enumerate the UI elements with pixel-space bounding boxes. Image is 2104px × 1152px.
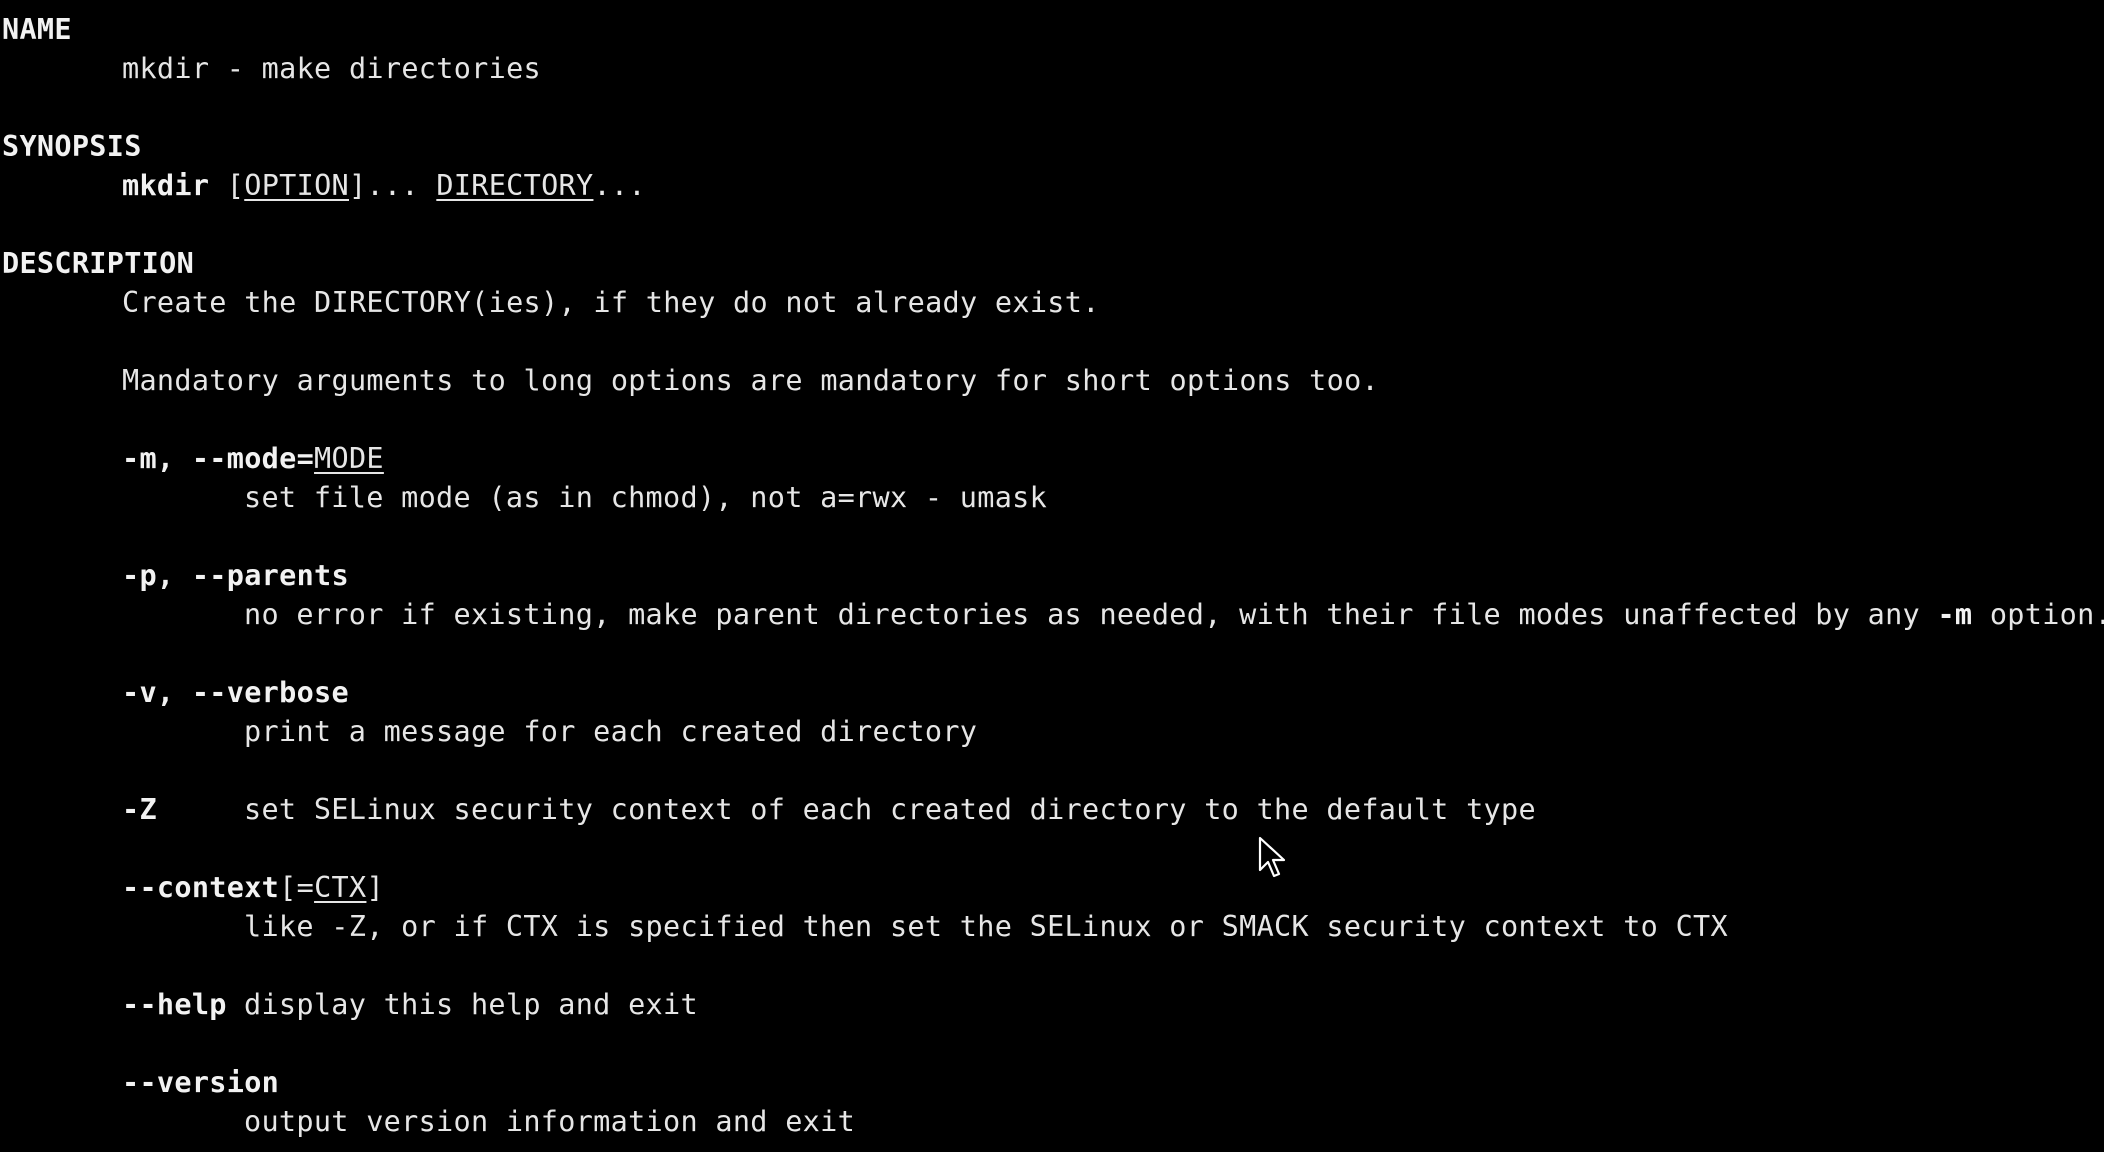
- option-parents-desc-flag: -m: [1937, 598, 1973, 631]
- option-z-desc: set SELinux security context of each cre…: [244, 793, 1536, 826]
- option-help-flag: --help: [122, 988, 227, 1021]
- synopsis-rbracket: ]...: [349, 169, 419, 202]
- option-mode-flag: -m, --mode=: [122, 442, 315, 475]
- option-version-desc: output version information and exit: [244, 1105, 856, 1138]
- option-parents-desc: no error if existing, make parent direct…: [244, 595, 2104, 634]
- option-parents-desc-end: option.: [1972, 598, 2104, 631]
- section-header-name: NAME: [2, 13, 72, 46]
- synopsis-command: mkdir: [122, 169, 210, 202]
- synopsis-lbracket: [: [226, 169, 245, 202]
- option-mode-desc: set file mode (as in chmod), not a=rwx -…: [244, 481, 1048, 514]
- section-header-description: DESCRIPTION: [2, 247, 195, 280]
- option-context-desc: like -Z, or if CTX is specified then set…: [244, 910, 1728, 943]
- option-context-flag: --context: [122, 871, 280, 904]
- synopsis-directory: DIRECTORY: [436, 169, 594, 202]
- option-mode-arg: MODE: [314, 442, 384, 475]
- option-context: --context[=CTX]: [122, 868, 384, 907]
- synopsis-option: OPTION: [244, 169, 349, 202]
- option-context-arg: CTX: [314, 871, 367, 904]
- description-line-2: Mandatory arguments to long options are …: [122, 364, 1380, 397]
- option-help-desc: display this help and exit: [244, 988, 698, 1021]
- option-verbose-flag: -v, --verbose: [122, 676, 349, 709]
- terminal-window[interactable]: NAME mkdir - make directories SYNOPSIS m…: [0, 0, 2104, 1152]
- mouse-pointer-icon: [1258, 836, 1286, 878]
- synopsis-line: mkdir [OPTION]... DIRECTORY...: [122, 166, 646, 205]
- option-mode: -m, --mode=MODE: [122, 439, 384, 478]
- option-version-flag: --version: [122, 1066, 280, 1099]
- option-context-lbracket: [=: [279, 871, 315, 904]
- section-header-synopsis: SYNOPSIS: [2, 130, 142, 163]
- option-parents-desc-text: no error if existing, make parent direct…: [244, 598, 1938, 631]
- option-context-rbracket: ]: [366, 871, 384, 904]
- synopsis-dots: ...: [593, 169, 646, 202]
- description-line-1: Create the DIRECTORY(ies), if they do no…: [122, 286, 1100, 319]
- option-parents-flag: -p, --parents: [122, 559, 349, 592]
- option-verbose-desc: print a message for each created directo…: [244, 715, 978, 748]
- option-z-flag: -Z: [122, 793, 157, 826]
- name-text: mkdir - make directories: [122, 52, 542, 85]
